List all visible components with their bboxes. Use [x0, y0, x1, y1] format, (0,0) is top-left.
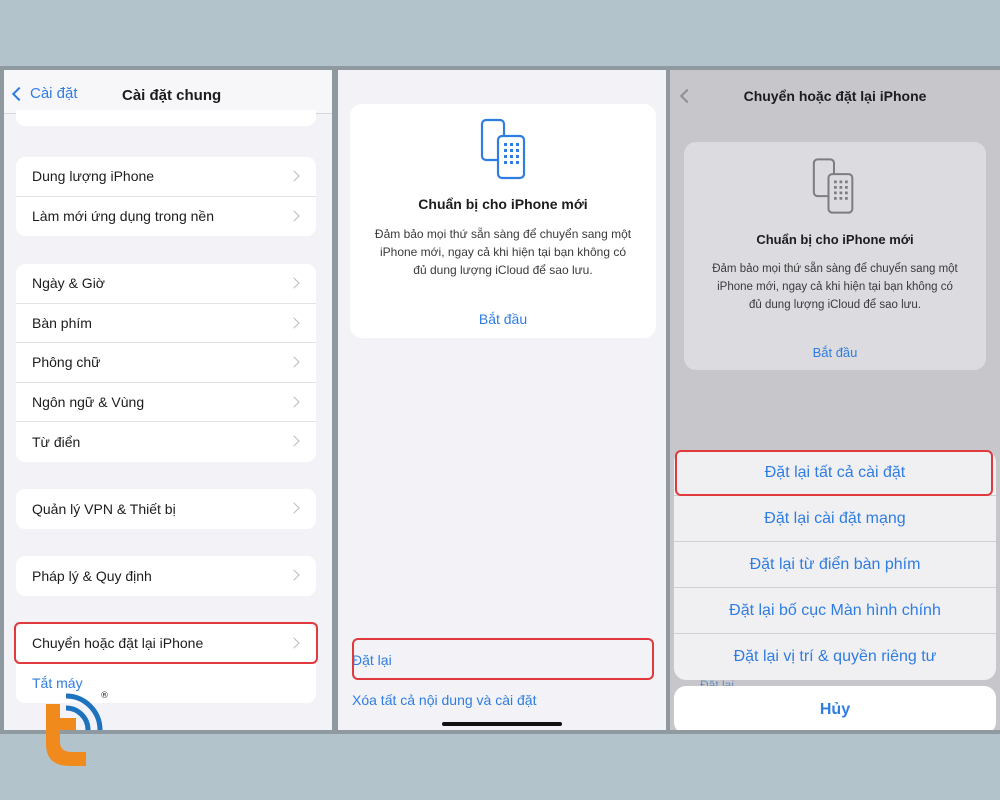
cancel-button[interactable]: Hủy	[674, 686, 996, 730]
row-date-time[interactable]: Ngày & Giờ	[16, 264, 316, 304]
get-started-link: Bắt đầu	[812, 345, 858, 360]
row-dictionary[interactable]: Từ điển	[16, 422, 316, 462]
row-background-refresh[interactable]: Làm mới ứng dụng trong nền	[16, 197, 316, 237]
chevron-right-icon	[288, 395, 300, 408]
prepare-new-iphone-card: Chuẩn bị cho iPhone mới Đảm bảo mọi thứ …	[684, 142, 986, 370]
reset-keyboard-dictionary-button[interactable]: Đặt lại từ điển bàn phím	[674, 542, 996, 588]
row-fonts[interactable]: Phông chữ	[16, 343, 316, 383]
card-title: Chuẩn bị cho iPhone mới	[418, 196, 588, 212]
get-started-link[interactable]: Bắt đầu	[350, 311, 656, 327]
chevron-right-icon	[288, 316, 300, 329]
phones-icon	[812, 158, 854, 214]
chevron-right-icon	[288, 569, 300, 581]
settings-group-locale: Ngày & Giờ Bàn phím Phông chữ Ngôn ngữ &…	[16, 264, 316, 462]
row-iphone-storage[interactable]: Dung lượng iPhone	[16, 157, 316, 197]
prepare-new-iphone-card: Chuẩn bị cho iPhone mới Đảm bảo mọi thứ …	[350, 104, 656, 338]
card-title: Chuẩn bị cho iPhone mới	[756, 232, 914, 247]
general-settings-screen: Cài đặt Cài đặt chung Dung lượng iPhone …	[4, 70, 332, 730]
row-keyboard[interactable]: Bàn phím	[16, 304, 316, 343]
page-title: Chuyển hoặc đặt lại iPhone	[743, 88, 927, 104]
chevron-right-icon	[288, 277, 300, 289]
settings-group-storage: Dung lượng iPhone Làm mới ứng dụng trong…	[16, 157, 316, 236]
erase-all-button[interactable]: Xóa tất cả nội dung và cài đặt	[352, 692, 536, 708]
row-language-region[interactable]: Ngôn ngữ & Vùng	[16, 383, 316, 422]
settings-group-partial	[16, 110, 316, 126]
row-legal-regulatory[interactable]: Pháp lý & Quy định	[16, 556, 316, 596]
reset-action-sheet: Đặt lại tất cả cài đặt Đặt lại cài đặt m…	[674, 450, 996, 680]
navigation-bar: Cài đặt Cài đặt chung	[4, 70, 332, 114]
chevron-right-icon	[288, 170, 300, 182]
settings-group-vpn: Quản lý VPN & Thiết bị	[16, 489, 316, 529]
chevron-left-icon	[11, 86, 27, 101]
chevron-right-icon	[288, 637, 300, 649]
reset-options-screen: Chuyển hoặc đặt lại iPhone Chuẩn bị cho …	[670, 70, 1000, 730]
card-description: Đảm bảo mọi thứ sẵn sàng để chuyển sang …	[374, 227, 632, 277]
brand-logo-icon: ®	[46, 691, 109, 766]
reset-all-settings-button[interactable]: Đặt lại tất cả cài đặt	[674, 450, 996, 496]
registered-mark: ®	[100, 691, 109, 701]
card-description: Đảm bảo mọi thứ sẵn sàng để chuyển sang …	[712, 263, 958, 311]
back-label: Cài đặt	[30, 85, 78, 102]
page-title: Cài đặt chung	[122, 87, 222, 104]
reset-network-settings-button[interactable]: Đặt lại cài đặt mạng	[674, 496, 996, 542]
row-transfer-reset-iphone[interactable]: Chuyển hoặc đặt lại iPhone	[16, 624, 316, 664]
transfer-reset-screen: Chuẩn bị cho iPhone mới Đảm bảo mọi thứ …	[338, 70, 666, 730]
phones-icon	[480, 118, 526, 180]
reset-location-privacy-button[interactable]: Đặt lại vị trí & quyền riêng tư	[674, 634, 996, 680]
chevron-right-icon	[288, 356, 300, 368]
reset-home-screen-layout-button[interactable]: Đặt lại bố cục Màn hình chính	[674, 588, 996, 634]
chevron-right-icon	[288, 435, 300, 447]
chevron-right-icon	[288, 502, 300, 514]
back-button[interactable]: Cài đặt	[10, 85, 78, 102]
highlight-reset	[352, 638, 654, 680]
reset-button[interactable]: Đặt lại	[352, 652, 392, 668]
row-vpn-device-management[interactable]: Quản lý VPN & Thiết bị	[16, 489, 316, 529]
chevron-right-icon	[288, 209, 300, 222]
home-indicator	[442, 722, 562, 726]
settings-group-legal: Pháp lý & Quy định	[16, 556, 316, 596]
